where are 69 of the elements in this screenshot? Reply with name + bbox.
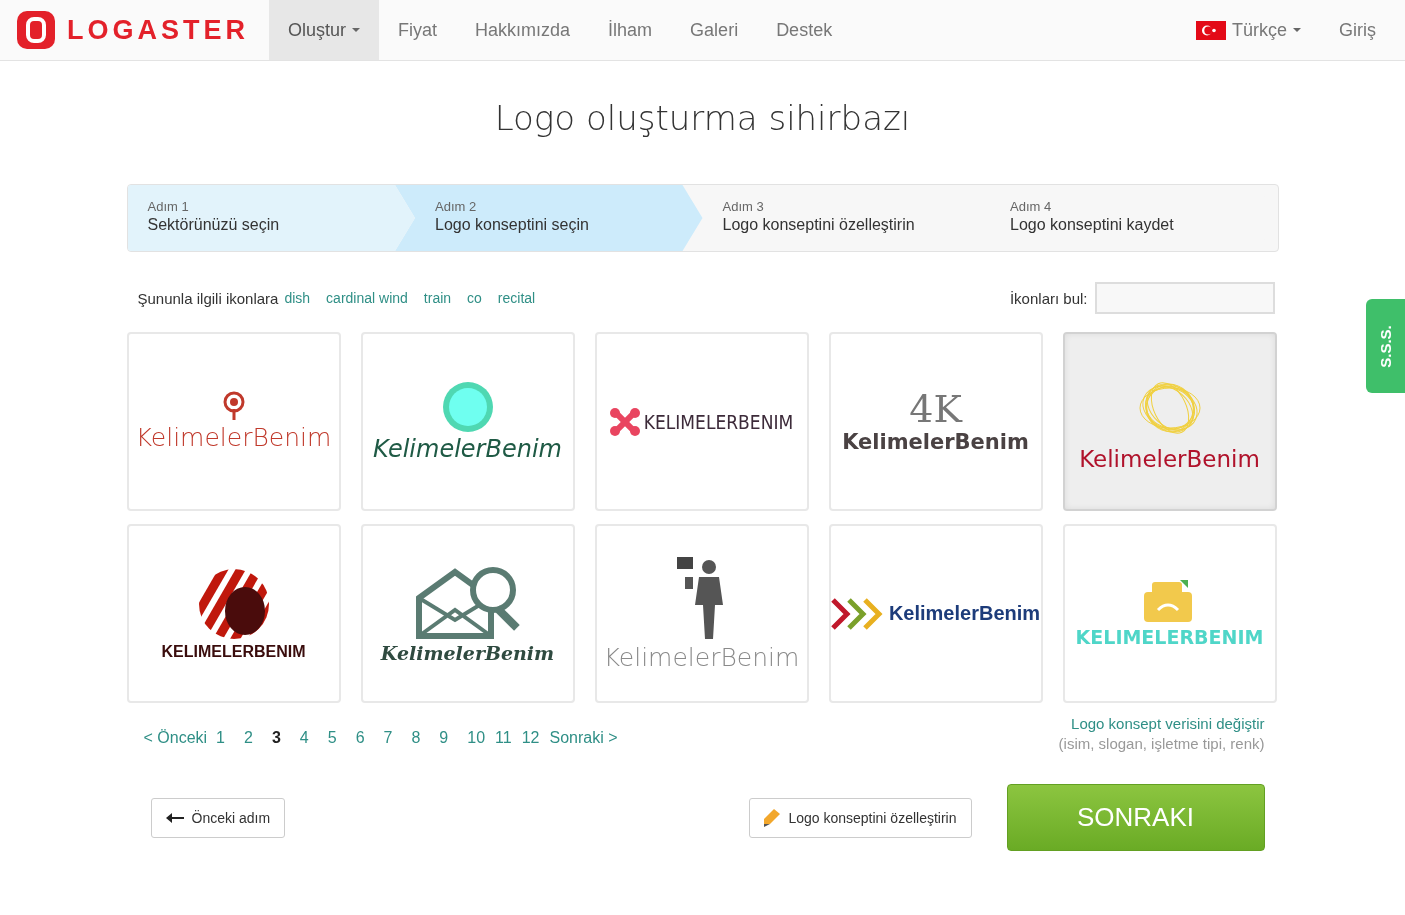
logo-wordmark: KelimelerBenim [135,423,332,452]
logo-card[interactable]: KELIMELERBENIM [594,332,809,511]
logo-wordmark: KelimelerBenim [842,429,1029,454]
keyword-link[interactable]: train [423,290,452,306]
page-link[interactable]: 12 [521,728,540,747]
cross-icon [609,407,640,436]
logo-card[interactable]: 4K KelimelerBenim [828,332,1043,511]
page-link[interactable]: 7 [383,728,393,747]
pencil-icon [764,808,781,827]
icon-search-label: İkonları bul: [1009,289,1088,307]
page-link[interactable]: 6 [355,728,365,747]
keywords-label: Şununla ilgili ikonlara [137,289,279,307]
logo-card[interactable]: KelimelerBenim [360,524,575,703]
logo-wordmark: KelimelerBenim [1079,445,1260,472]
next-button[interactable]: SONRAKI [1006,784,1265,851]
logo-wordmark: KELIMELERBENIM [161,642,306,661]
nav-link[interactable]: Destek [757,0,852,60]
flag-icon [1196,20,1226,40]
nav-link[interactable]: Fiyat [379,0,457,60]
page-link[interactable]: 10 [467,728,486,747]
sphere-icon [196,566,271,641]
pin-icon [221,391,246,421]
page-link[interactable]: 3 [271,728,281,747]
faq-tab[interactable]: S.S.S. [1366,299,1405,393]
login-link[interactable]: Giriş [1320,0,1405,60]
circle-icon [441,380,494,433]
page-title: Logo oluşturma sihirbazı [493,98,912,138]
next-page-link[interactable]: Sonraki > [549,728,618,747]
change-data-link[interactable]: Logo konsept verisini değiştir [1058,715,1265,732]
nav-link[interactable]: Galeri [671,0,758,60]
nav-link[interactable]: İlham [589,0,672,60]
page-link[interactable]: 4 [299,728,309,747]
brand-name: LOGASTER [67,14,249,46]
page-link[interactable]: 2 [244,728,253,747]
logo-card[interactable]: KelimelerBenim [126,332,341,511]
change-data-hint: (isim, slogan, işletme tipi, renk) [1058,735,1265,752]
logo-wordmark: KELIMELERBENIM [1075,625,1264,648]
logo-card[interactable]: KELIMELERBENIM [126,524,341,703]
nav-link[interactable]: Hakkımızda [456,0,590,60]
logo-card[interactable]: KelimelerBenim [1062,332,1277,511]
page-link[interactable]: 8 [411,728,421,747]
page-link[interactable]: 11 [495,728,512,747]
logo-icon [17,11,55,49]
logo-wordmark: KelimelerBenim [380,641,555,664]
customize-button[interactable]: Logo konseptini özelleştirin [749,797,972,838]
wizard-step: Adım 1 Sektörünüzü seçin [127,185,415,251]
keyword-link[interactable]: cardinal wind [326,290,408,306]
keyword-link[interactable]: recital [497,290,536,306]
page-link[interactable]: 1 [216,728,225,747]
page-link[interactable]: 9 [439,728,449,747]
logo-wordmark: KELIMELERBENIM [643,410,794,433]
previous-page-link[interactable]: < Önceki [143,728,208,747]
logo-wordmark: KelimelerBenim [603,643,800,672]
page-link[interactable]: 5 [327,728,337,747]
logo-card[interactable]: KelimelerBenim [594,524,809,703]
monogram-mark: 4K [909,389,962,428]
logo-wordmark: KelimelerBenim [888,602,1041,625]
previous-step-button[interactable]: Önceki adım [150,797,286,838]
wizard-step: Adım 2 Logo konseptini seçin [395,185,703,251]
caret-icon [1293,28,1301,32]
logo-wordmark: KelimelerBenim [373,434,562,463]
nav-link[interactable]: Oluştur [269,0,380,60]
arrow-left-icon [165,812,184,823]
language-dropdown[interactable]: Türkçe [1177,0,1320,60]
logo-card[interactable]: KelimelerBenim [360,332,575,511]
keyword-link[interactable]: co [467,290,482,306]
keyword-link[interactable]: dish [284,290,311,306]
icon-search-field[interactable] [1094,282,1275,314]
logo-card[interactable]: KelimelerBenim [828,524,1043,703]
